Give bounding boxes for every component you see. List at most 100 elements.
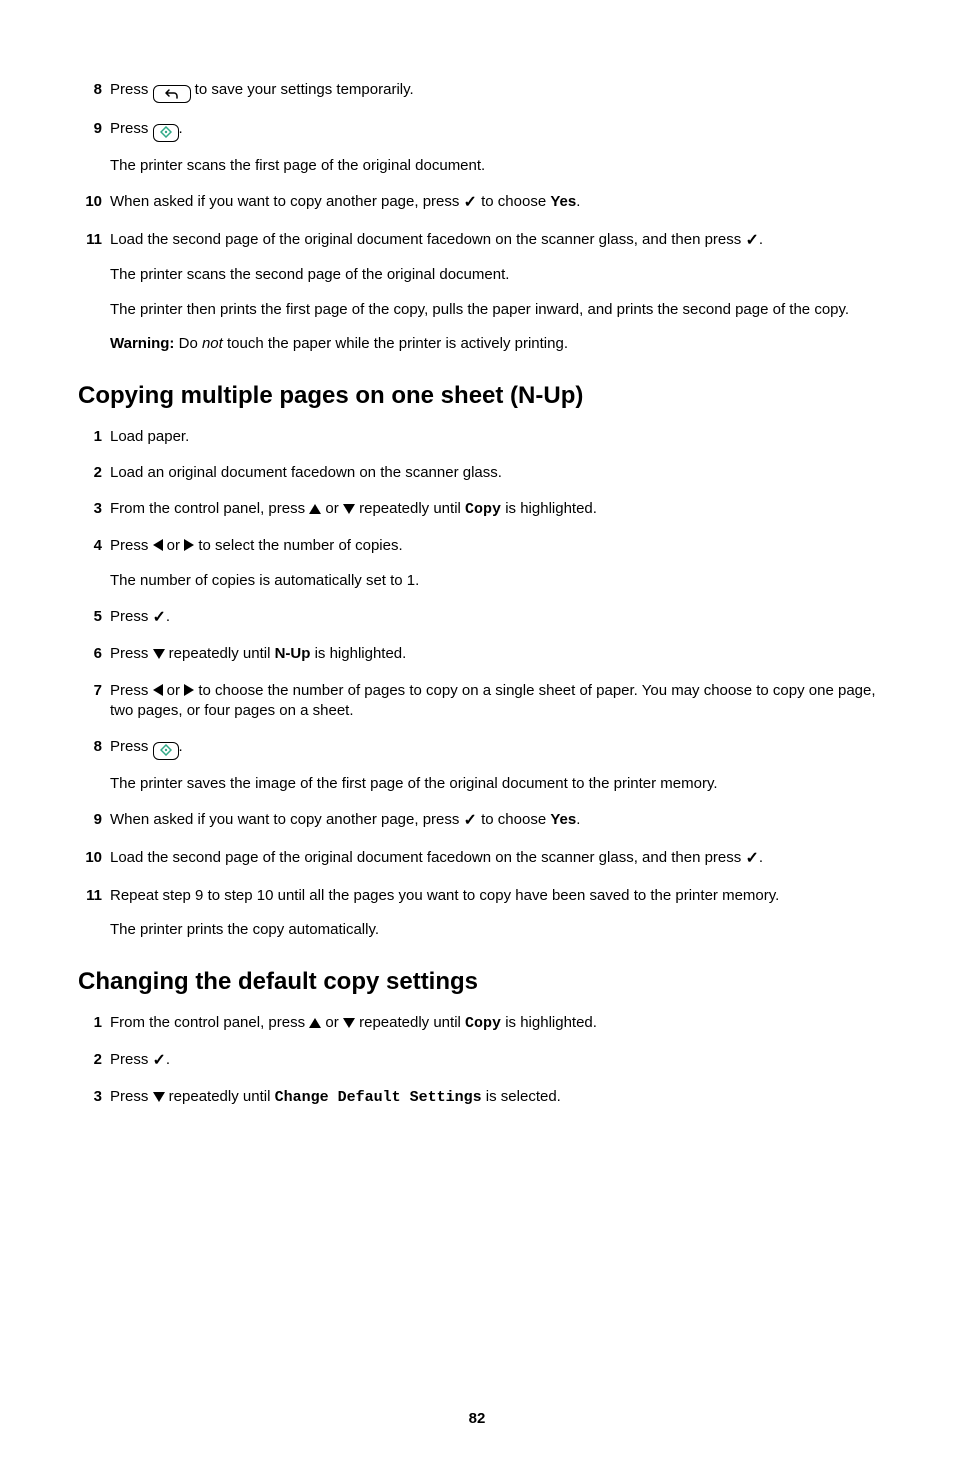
step-item: 1Load paper. <box>78 427 876 447</box>
step-text: Press or to select the number of copies. <box>110 536 876 556</box>
step-body: From the control panel, press or repeate… <box>110 499 876 520</box>
step-number: 3 <box>78 1087 110 1108</box>
step-text: Press ✓. <box>110 607 876 629</box>
check-icon: ✓ <box>464 810 477 832</box>
step-number: 2 <box>78 463 110 483</box>
step-number: 10 <box>78 192 110 214</box>
step-body: Load paper. <box>110 427 876 447</box>
step-text: Press . <box>110 119 876 142</box>
arrow-up-icon <box>309 504 321 514</box>
step-text: Press ✓. <box>110 1050 876 1072</box>
step-item: 4Press or to select the number of copies… <box>78 536 876 591</box>
step-number: 7 <box>78 681 110 722</box>
step-number: 4 <box>78 536 110 591</box>
step-text: Press repeatedly until Change Default Se… <box>110 1087 876 1108</box>
step-item: 3From the control panel, press or repeat… <box>78 499 876 520</box>
step-item: 5Press ✓. <box>78 607 876 629</box>
step-body: Load the second page of the original doc… <box>110 848 876 870</box>
back-button-icon <box>153 85 191 103</box>
step-number: 11 <box>78 230 110 354</box>
step-number: 11 <box>78 886 110 941</box>
step-body: Press ✓. <box>110 607 876 629</box>
step-text: Load an original document facedown on th… <box>110 463 876 483</box>
bold-text: N-Up <box>275 645 311 662</box>
step-body: Press . The printer saves the image of th… <box>110 737 876 794</box>
mono-text: Change Default Settings <box>275 1089 482 1106</box>
heading-default: Changing the default copy settings <box>78 966 876 998</box>
step-body: Press to save your settings temporarily. <box>110 80 876 103</box>
step-item: 2Press ✓. <box>78 1050 876 1072</box>
step-body: Press or to select the number of copies.… <box>110 536 876 591</box>
step-text: Press or to choose the number of pages t… <box>110 681 876 722</box>
step-number: 2 <box>78 1050 110 1072</box>
arrow-left-icon <box>153 684 163 696</box>
step-text: Press repeatedly until N-Up is highlight… <box>110 644 876 664</box>
step-item: 7Press or to choose the number of pages … <box>78 681 876 722</box>
steps-continuation: 8Press to save your settings temporarily… <box>78 80 876 354</box>
step-number: 8 <box>78 80 110 103</box>
step-warning: Warning: Do not touch the paper while th… <box>110 334 876 354</box>
step-item: 6Press repeatedly until N-Up is highligh… <box>78 644 876 664</box>
heading-nup: Copying multiple pages on one sheet (N-U… <box>78 380 876 412</box>
step-item: 9When asked if you want to copy another … <box>78 810 876 832</box>
arrow-right-icon <box>184 684 194 696</box>
mono-text: Copy <box>465 501 501 518</box>
step-body: Load the second page of the original doc… <box>110 230 876 354</box>
step-item: 8Press to save your settings temporarily… <box>78 80 876 103</box>
check-icon: ✓ <box>153 1050 166 1072</box>
step-item: 11Load the second page of the original d… <box>78 230 876 354</box>
step-body: When asked if you want to copy another p… <box>110 192 876 214</box>
step-note: The printer saves the image of the first… <box>110 774 876 794</box>
step-number: 9 <box>78 119 110 176</box>
step-number: 8 <box>78 737 110 794</box>
arrow-down-icon <box>343 504 355 514</box>
step-note: The printer prints the copy automaticall… <box>110 920 876 940</box>
step-text: Press . <box>110 737 876 760</box>
step-body: Press repeatedly until N-Up is highlight… <box>110 644 876 664</box>
check-icon: ✓ <box>464 192 477 214</box>
step-body: Repeat step 9 to step 10 until all the p… <box>110 886 876 941</box>
arrow-down-icon <box>153 649 165 659</box>
step-body: Press . The printer scans the first page … <box>110 119 876 176</box>
arrow-right-icon <box>184 539 194 551</box>
step-number: 1 <box>78 1013 110 1034</box>
arrow-up-icon <box>309 1018 321 1028</box>
step-number: 10 <box>78 848 110 870</box>
step-item: 8Press . The printer saves the image of t… <box>78 737 876 794</box>
step-body: From the control panel, press or repeate… <box>110 1013 876 1034</box>
step-body: Press ✓. <box>110 1050 876 1072</box>
step-item: 10Load the second page of the original d… <box>78 848 876 870</box>
step-item: 3Press repeatedly until Change Default S… <box>78 1087 876 1108</box>
step-note: The printer scans the first page of the … <box>110 156 876 176</box>
check-icon: ✓ <box>745 848 758 870</box>
step-text: Load the second page of the original doc… <box>110 230 876 252</box>
page-number: 82 <box>78 1409 876 1429</box>
steps-nup: 1Load paper.2Load an original document f… <box>78 427 876 941</box>
warning-label: Warning: <box>110 335 174 352</box>
step-number: 6 <box>78 644 110 664</box>
step-note: The printer then prints the first page o… <box>110 300 876 320</box>
step-body: Load an original document facedown on th… <box>110 463 876 483</box>
step-number: 1 <box>78 427 110 447</box>
step-number: 3 <box>78 499 110 520</box>
step-text: Repeat step 9 to step 10 until all the p… <box>110 886 876 906</box>
step-text: From the control panel, press or repeate… <box>110 1013 876 1034</box>
step-item: 9Press . The printer scans the first page… <box>78 119 876 176</box>
step-note: The number of copies is automatically se… <box>110 571 876 591</box>
step-item: 1From the control panel, press or repeat… <box>78 1013 876 1034</box>
start-button-icon <box>153 124 179 142</box>
step-text: Press to save your settings temporarily. <box>110 80 876 103</box>
step-body: Press repeatedly until Change Default Se… <box>110 1087 876 1108</box>
check-icon: ✓ <box>153 607 166 629</box>
step-text: From the control panel, press or repeate… <box>110 499 876 520</box>
check-icon: ✓ <box>745 230 758 252</box>
bold-text: Yes <box>550 811 576 828</box>
step-text: Load the second page of the original doc… <box>110 848 876 870</box>
step-number: 5 <box>78 607 110 629</box>
step-body: Press or to choose the number of pages t… <box>110 681 876 722</box>
step-item: 2Load an original document facedown on t… <box>78 463 876 483</box>
mono-text: Copy <box>465 1015 501 1032</box>
step-text: When asked if you want to copy another p… <box>110 810 876 832</box>
start-button-icon <box>153 742 179 760</box>
italic-text: not <box>202 335 223 352</box>
